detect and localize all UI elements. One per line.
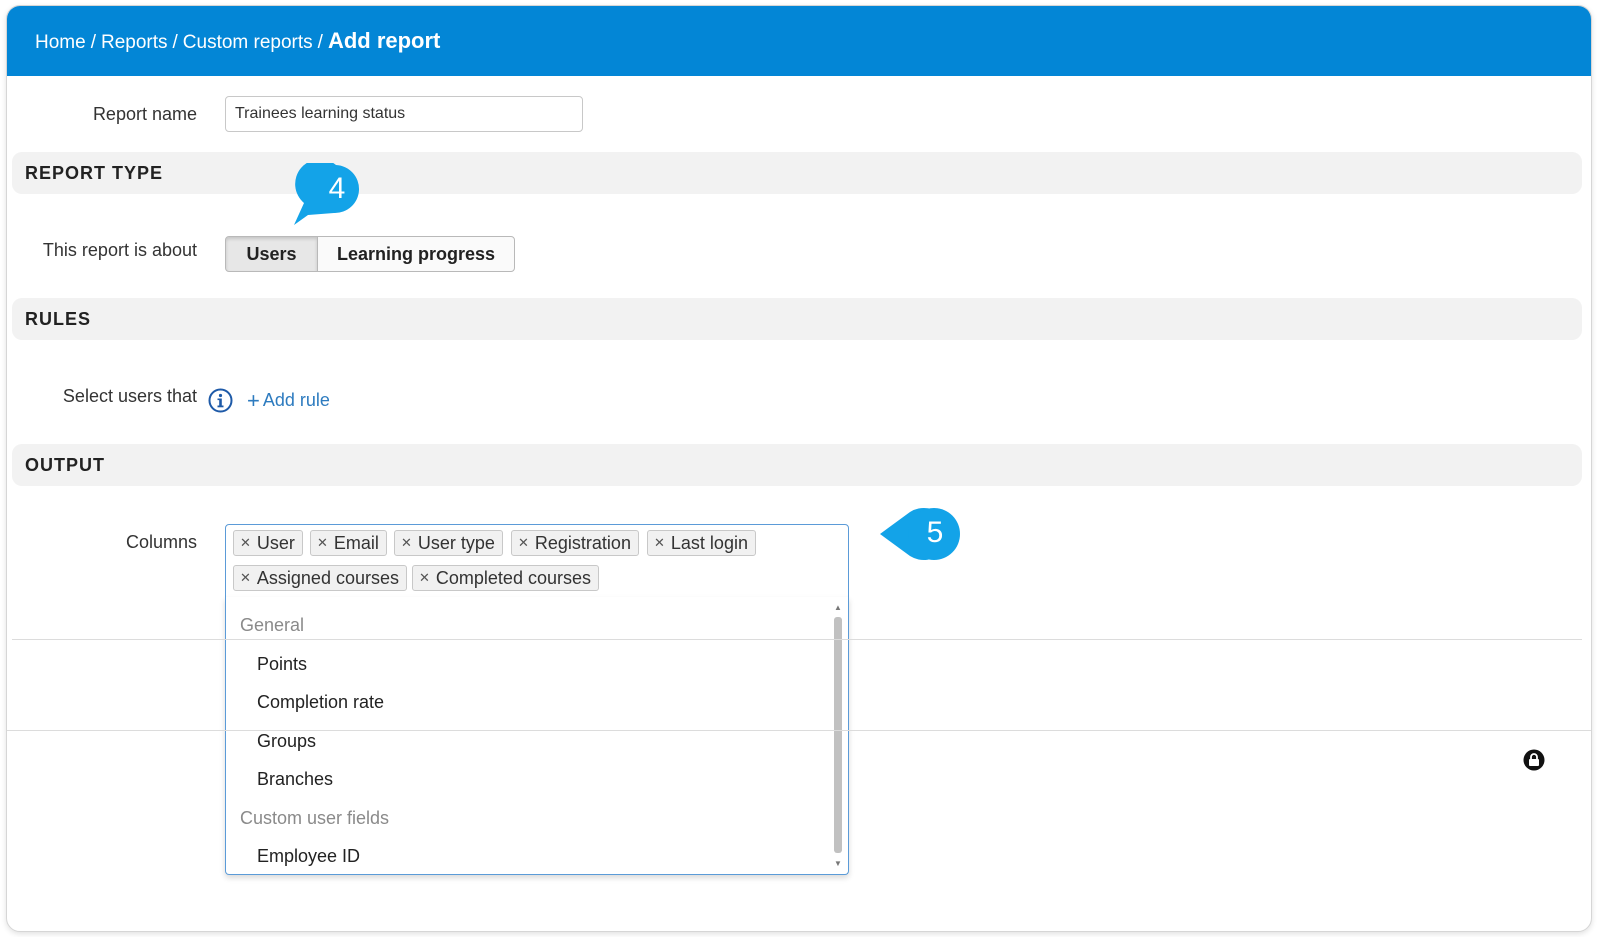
lock-icon — [1523, 749, 1545, 771]
scroll-down-icon[interactable]: ▼ — [832, 859, 844, 869]
breadcrumb: Home / Reports / Custom reports / Add re… — [35, 28, 440, 54]
report-name-label: Report name — [92, 104, 197, 124]
tag-label: Last login — [670, 532, 748, 553]
remove-icon[interactable]: ✕ — [240, 570, 251, 586]
dropdown-item[interactable]: Points — [257, 654, 307, 675]
breadcrumb-home[interactable]: Home — [35, 32, 86, 54]
remove-icon[interactable]: ✕ — [240, 535, 251, 551]
column-tag-user-type: ✕ User type — [394, 530, 503, 556]
column-tag-completed-courses: ✕ Completed courses — [412, 565, 599, 591]
tag-label: User — [256, 532, 295, 553]
section-rules: RULES — [12, 298, 1582, 340]
remove-icon[interactable]: ✕ — [317, 535, 328, 551]
section-title: RULES — [25, 308, 92, 329]
remove-icon[interactable]: ✕ — [401, 535, 412, 551]
footer-divider — [7, 730, 1591, 731]
dropdown-group-general: General — [240, 615, 305, 635]
dropdown-scrollbar[interactable]: ▲ ▼ — [832, 603, 844, 869]
dropdown-item[interactable]: Branches — [257, 769, 333, 790]
columns-select[interactable]: ✕ User ✕ Email ✕ User type ✕ Registration ✕ L… — [225, 524, 849, 598]
breadcrumb-reports[interactable]: Reports — [101, 32, 168, 54]
callout-5-number: 5 — [926, 516, 944, 549]
dropdown-item[interactable]: Employee ID — [257, 846, 360, 867]
plus-icon: + — [247, 387, 260, 413]
tag-label: Assigned courses — [256, 567, 399, 588]
scroll-thumb[interactable] — [834, 617, 842, 853]
report-type-label: This report is about — [42, 240, 197, 260]
report-name-input[interactable] — [225, 96, 583, 132]
section-report-type: REPORT TYPE — [12, 152, 1582, 194]
column-tag-last-login: ✕ Last login — [647, 530, 756, 556]
breadcrumb-separator: / — [172, 32, 178, 53]
column-tag-user: ✕ User — [233, 530, 303, 556]
page-title: Add report — [327, 28, 441, 53]
page-card: Home / Reports / Custom reports / Add re… — [6, 5, 1592, 932]
info-icon[interactable] — [208, 388, 233, 413]
tag-label: Email — [333, 532, 379, 553]
column-tag-registration: ✕ Registration — [511, 530, 639, 556]
remove-icon[interactable]: ✕ — [654, 535, 665, 551]
column-tag-email: ✕ Email — [310, 530, 387, 556]
rules-label: Select users that — [62, 386, 197, 406]
add-rule-label: Add rule — [262, 390, 330, 410]
scroll-up-icon[interactable]: ▲ — [832, 603, 844, 613]
report-type-learning-progress-button[interactable]: Learning progress — [317, 236, 515, 272]
add-rule-link[interactable]: + Add rule — [247, 387, 330, 413]
tag-label: Completed courses — [435, 567, 591, 588]
breadcrumb-separator: / — [317, 32, 323, 53]
columns-label: Columns — [125, 532, 197, 552]
section-title: OUTPUT — [25, 454, 105, 475]
breadcrumb-custom-reports[interactable]: Custom reports — [183, 32, 313, 54]
page-header: Home / Reports / Custom reports / Add re… — [7, 6, 1591, 76]
tag-label: User type — [417, 532, 495, 553]
report-type-users-button[interactable]: Users — [225, 236, 318, 272]
dropdown-group-custom-user-fields: Custom user fields — [240, 808, 390, 828]
dropdown-item[interactable]: Completion rate — [257, 692, 384, 713]
divider — [12, 639, 1582, 640]
tag-label: Registration — [534, 532, 631, 553]
remove-icon[interactable]: ✕ — [419, 570, 430, 586]
column-tag-assigned-courses: ✕ Assigned courses — [233, 565, 407, 591]
section-title: REPORT TYPE — [25, 162, 164, 183]
dropdown-item[interactable]: Groups — [257, 731, 316, 752]
callout-4-number: 4 — [328, 172, 346, 205]
breadcrumb-separator: / — [90, 32, 96, 53]
section-output: OUTPUT — [12, 444, 1582, 486]
remove-icon[interactable]: ✕ — [518, 535, 529, 551]
